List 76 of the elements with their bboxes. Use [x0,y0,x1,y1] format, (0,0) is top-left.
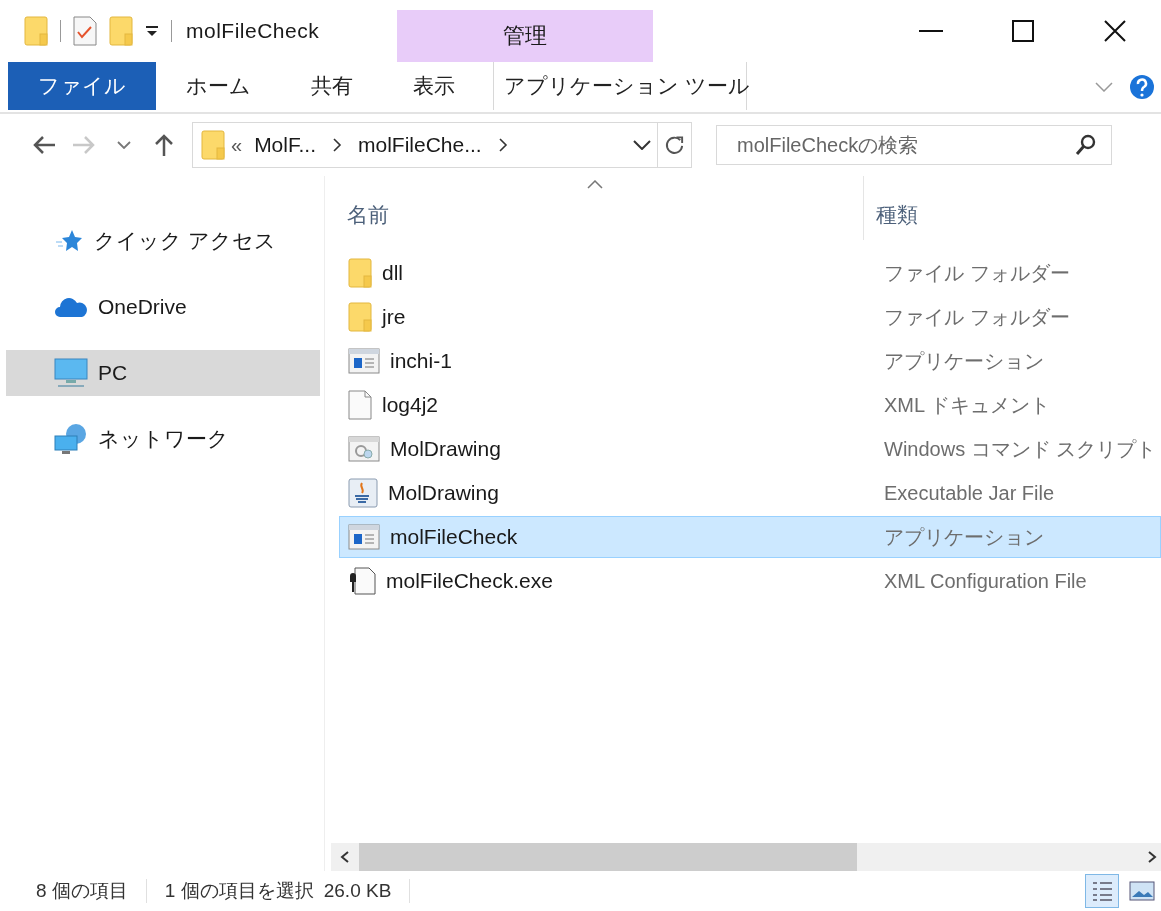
dropdown-icon[interactable] [145,24,159,38]
file-name: jre [382,305,406,329]
sort-up-icon [587,180,603,189]
new-folder-icon [109,16,133,46]
file-type: アプリケーション [883,348,1044,374]
details-view-button[interactable] [1085,874,1119,908]
refresh-icon[interactable] [664,134,685,156]
horizontal-scrollbar[interactable] [331,843,1161,871]
selection-count: 1 個の項目を選択 [164,879,314,903]
folder-icon [348,302,372,332]
chevron-down-icon[interactable] [117,141,131,149]
back-arrow-icon[interactable] [32,135,56,155]
folder-icon [348,258,372,288]
java-cup-icon [348,478,378,508]
file-name: MolDrawing [390,437,501,461]
script-gear-icon [348,436,380,462]
file-row[interactable]: dll ファイル フォルダー [339,252,1161,294]
dropdown-icon[interactable] [633,140,651,150]
application-icon [348,348,380,374]
sidebar-item[interactable]: クイック アクセス [6,218,320,264]
file-row[interactable]: jre ファイル フォルダー [339,296,1161,338]
config-file-icon [348,566,376,596]
file-type: アプリケーション [883,524,1044,550]
application-icon [348,524,380,550]
chevron-right-icon[interactable] [497,138,508,152]
file-name: MolDrawing [388,481,499,505]
file-type: XML Configuration File [883,569,1087,593]
item-count: 8 個の項目 [36,879,128,903]
column-header[interactable]: 名前 [339,176,865,240]
help-icon[interactable] [1129,74,1155,100]
file-row[interactable]: inchi-1 アプリケーション [339,340,1161,382]
file-name: molFileCheck.exe [386,569,553,593]
file-row[interactable]: log4j2 XML ドキュメント [339,384,1161,426]
file-type: ファイル フォルダー [883,260,1070,286]
column-header[interactable]: 種類 [864,176,1161,240]
file-type: Windows コマンド スクリプト [883,436,1157,462]
ribbon-tab[interactable]: ファイル [8,62,156,110]
document-icon [348,390,372,420]
up-arrow-icon[interactable] [154,133,174,157]
star-icon [54,228,84,254]
file-row[interactable]: MolDrawing Windows コマンド スクリプト [339,428,1161,470]
breadcrumb[interactable]: molFileChe... [351,133,488,157]
image-icon[interactable] [1129,881,1155,901]
details-list-icon[interactable] [1091,880,1113,902]
file-type: ファイル フォルダー [883,304,1070,330]
address-bar[interactable]: « MolF... molFileChe... [192,122,692,168]
properties-icon[interactable] [73,16,97,46]
cloud-icon [54,296,88,318]
file-name: log4j2 [382,393,439,417]
file-row[interactable]: molFileCheck.exe XML Configuration File [339,560,1161,602]
close-icon[interactable] [1104,20,1126,42]
sidebar-item[interactable]: OneDrive [6,284,320,330]
file-row[interactable]: MolDrawing Executable Jar File [339,472,1161,514]
context-tab-header: 管理 [397,10,654,62]
sidebar-item[interactable]: ネットワーク [6,416,320,462]
folder-icon [24,16,48,46]
search-icon[interactable] [1075,134,1097,156]
window-title: molFileCheck [186,19,320,43]
breadcrumb[interactable]: MolF... [248,133,322,157]
sidebar-item[interactable]: PC [6,350,320,396]
file-name: molFileCheck [390,525,518,549]
expand-ribbon-icon[interactable] [1095,82,1113,92]
file-name: dll [382,261,403,285]
file-row[interactable]: molFileCheck アプリケーション [339,516,1161,558]
folder-icon [201,130,225,160]
chevron-right-icon[interactable] [331,138,342,152]
ribbon-tab[interactable]: アプリケーション ツール [493,62,747,110]
monitor-icon [54,358,88,388]
file-type: Executable Jar File [883,481,1055,505]
network-icon [54,423,88,455]
file-name: inchi-1 [390,349,452,373]
selection-size: 26.0 KB [323,880,392,902]
search-box[interactable]: molFileCheckの検索 [716,125,1112,165]
maximize-icon[interactable] [1012,20,1034,42]
file-type: XML ドキュメント [883,392,1050,418]
overflow-chevron[interactable]: « [225,133,249,157]
